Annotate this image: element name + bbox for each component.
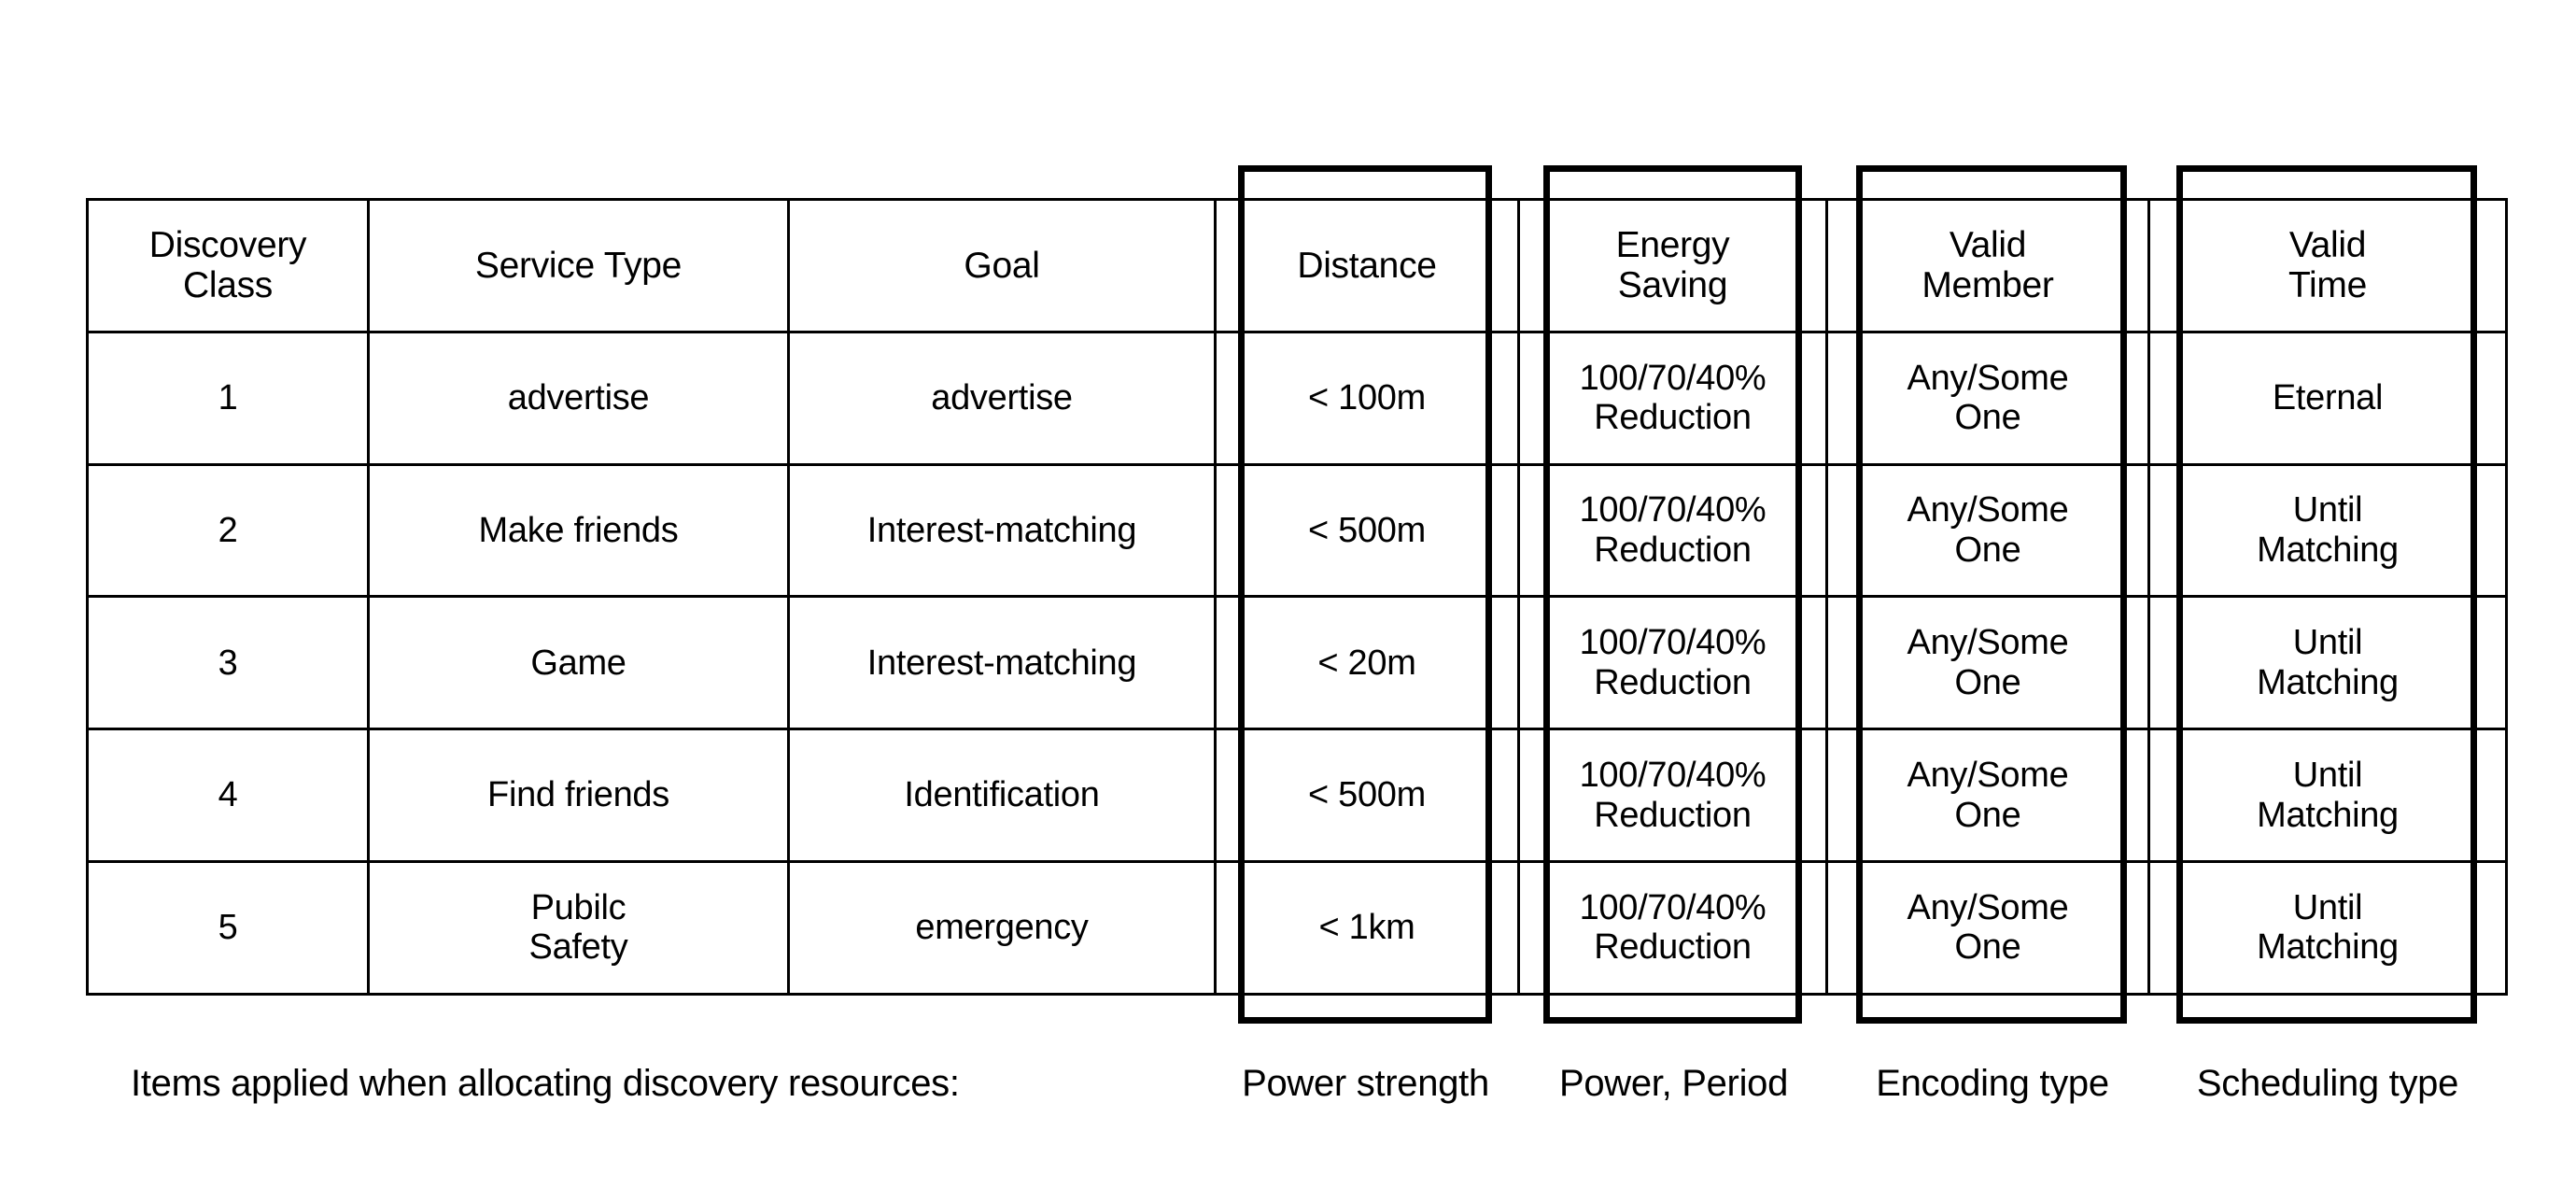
cell-distance: < 20m <box>1214 595 1520 731</box>
cell-energy-saving-line1: 100/70/40% <box>1579 756 1767 796</box>
cell-valid-member-line1: Any/Some <box>1907 887 2069 927</box>
table-row: 2 Make friends Interest-matching < 500m … <box>86 462 2508 599</box>
cell-goal: Interest-matching <box>787 595 1217 731</box>
table-row: 5 Pubilc Safety emergency < 1km 100/70/4… <box>86 859 2508 996</box>
caption-encoding-type: Encoding type <box>1876 1063 2109 1104</box>
header-discovery-class-line2: Class <box>182 265 274 306</box>
cell-valid-member-line2: One <box>1954 398 2021 438</box>
caption-items-applied: Items applied when allocating discovery … <box>131 1063 960 1104</box>
cell-energy-saving-line2: Reduction <box>1594 530 1752 570</box>
cell-valid-member-line2: One <box>1954 530 2021 570</box>
cell-valid-member: Any/Some One <box>1825 859 2150 996</box>
cell-distance: < 1km <box>1214 859 1520 996</box>
cell-valid-member-line1: Any/Some <box>1907 490 2069 530</box>
cell-valid-member-line1: Any/Some <box>1907 623 2069 663</box>
cell-valid-member: Any/Some One <box>1825 330 2150 466</box>
cell-distance: < 500m <box>1214 462 1520 599</box>
header-service-type: Service Type <box>367 198 790 333</box>
cell-valid-time: Until Matching <box>2147 595 2508 731</box>
header-valid-time: Valid Time <box>2147 198 2508 333</box>
cell-valid-time-line2: Matching <box>2257 795 2399 835</box>
table-header-row: Discovery Class Service Type Goal Distan… <box>86 198 2508 333</box>
figure-canvas: Discovery Class Service Type Goal Distan… <box>0 0 2576 1202</box>
cell-service-type: Find friends <box>367 728 790 863</box>
cell-energy-saving-line1: 100/70/40% <box>1579 623 1767 663</box>
caption-power-period: Power, Period <box>1558 1063 1789 1104</box>
cell-goal: Interest-matching <box>787 462 1217 599</box>
header-valid-member-line1: Valid <box>1949 224 2027 265</box>
cell-valid-time-line1: Until <box>2292 756 2363 796</box>
header-valid-member-line2: Member <box>1921 265 2054 306</box>
cell-discovery-class: 4 <box>86 728 370 863</box>
cell-valid-time-line1: Until <box>2292 490 2363 530</box>
cell-valid-time-line2: Matching <box>2257 530 2399 570</box>
cell-discovery-class: 2 <box>86 462 370 599</box>
cell-energy-saving-line1: 100/70/40% <box>1579 358 1767 398</box>
cell-valid-time: Until Matching <box>2147 728 2508 863</box>
cell-service-type: Pubilc Safety <box>367 859 790 996</box>
cell-energy-saving: 100/70/40% Reduction <box>1517 595 1828 731</box>
table-row: 4 Find friends Identification < 500m 100… <box>86 728 2508 863</box>
header-distance: Distance <box>1214 198 1520 333</box>
cell-goal: emergency <box>787 859 1217 996</box>
cell-valid-time: Until Matching <box>2147 462 2508 599</box>
header-energy-saving-line1: Energy <box>1615 224 1730 265</box>
table-row: 3 Game Interest-matching < 20m 100/70/40… <box>86 595 2508 731</box>
table-row: 1 advertise advertise < 100m 100/70/40% … <box>86 330 2508 466</box>
cell-energy-saving: 100/70/40% Reduction <box>1517 859 1828 996</box>
cell-valid-member-line2: One <box>1954 795 2021 835</box>
header-discovery-class: Discovery Class <box>86 198 370 333</box>
cell-valid-member-line2: One <box>1954 662 2021 702</box>
cell-energy-saving-line2: Reduction <box>1594 795 1752 835</box>
cell-valid-time: Eternal <box>2147 330 2508 466</box>
cell-energy-saving-line1: 100/70/40% <box>1579 887 1767 927</box>
cell-service-type: Game <box>367 595 790 731</box>
header-energy-saving: Energy Saving <box>1517 198 1828 333</box>
cell-discovery-class: 5 <box>86 859 370 996</box>
header-discovery-class-line1: Discovery <box>148 224 307 265</box>
cell-energy-saving-line1: 100/70/40% <box>1579 490 1767 530</box>
cell-energy-saving: 100/70/40% Reduction <box>1517 330 1828 466</box>
cell-energy-saving-line2: Reduction <box>1594 662 1752 702</box>
cell-valid-member-line1: Any/Some <box>1907 756 2069 796</box>
cell-valid-member: Any/Some One <box>1825 462 2150 599</box>
cell-valid-member: Any/Some One <box>1825 728 2150 863</box>
cell-valid-time: Until Matching <box>2147 859 2508 996</box>
header-valid-time-line2: Time <box>2287 265 2368 306</box>
cell-goal: Identification <box>787 728 1217 863</box>
cell-valid-member: Any/Some One <box>1825 595 2150 731</box>
header-valid-member: Valid Member <box>1825 198 2150 333</box>
cell-valid-time-line2: Matching <box>2257 927 2399 968</box>
cell-discovery-class: 3 <box>86 595 370 731</box>
cell-goal: advertise <box>787 330 1217 466</box>
header-energy-saving-line2: Saving <box>1617 265 1728 306</box>
discovery-class-table: Discovery Class Service Type Goal Distan… <box>86 198 2508 996</box>
cell-energy-saving: 100/70/40% Reduction <box>1517 728 1828 863</box>
cell-discovery-class: 1 <box>86 330 370 466</box>
cell-valid-time-line1: Until <box>2292 623 2363 663</box>
cell-service-type-line2: Safety <box>528 927 628 968</box>
cell-energy-saving-line2: Reduction <box>1594 927 1752 968</box>
caption-scheduling-type: Scheduling type <box>2196 1063 2459 1104</box>
cell-energy-saving-line2: Reduction <box>1594 398 1752 438</box>
cell-service-type: Make friends <box>367 462 790 599</box>
cell-valid-time-line2: Matching <box>2257 662 2399 702</box>
cell-service-type-line1: Pubilc <box>530 887 626 927</box>
header-goal: Goal <box>787 198 1217 333</box>
cell-valid-member-line2: One <box>1954 927 2021 968</box>
cell-valid-member-line1: Any/Some <box>1907 358 2069 398</box>
cell-valid-time-line1: Until <box>2292 887 2363 927</box>
cell-energy-saving: 100/70/40% Reduction <box>1517 462 1828 599</box>
header-valid-time-line1: Valid <box>2288 224 2367 265</box>
cell-distance: < 100m <box>1214 330 1520 466</box>
caption-power-strength: Power strength <box>1242 1063 1489 1104</box>
cell-distance: < 500m <box>1214 728 1520 863</box>
cell-service-type: advertise <box>367 330 790 466</box>
